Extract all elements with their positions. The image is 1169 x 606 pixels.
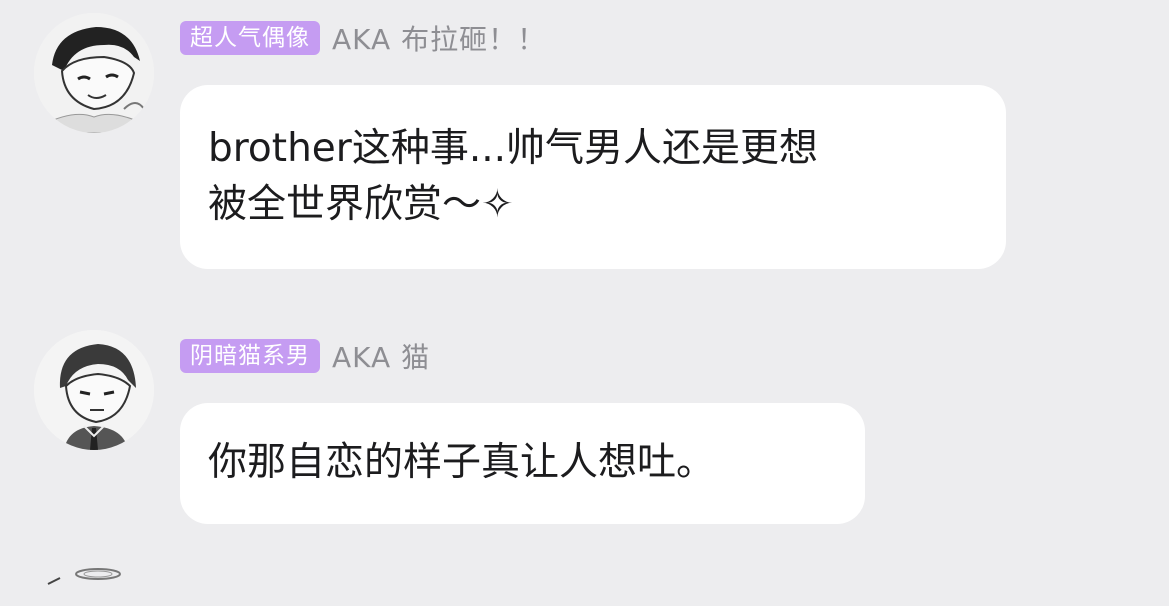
avatar-partial[interactable] bbox=[30, 562, 140, 602]
sender-nickname[interactable]: AKA 布拉砸！！ bbox=[332, 18, 546, 58]
sender-meta: 超人气偶像 AKA 布拉砸！！ bbox=[180, 19, 546, 57]
avatar[interactable] bbox=[34, 330, 154, 450]
halo-icon bbox=[47, 568, 121, 585]
sender-nickname[interactable]: AKA 猫 bbox=[332, 336, 430, 376]
sender-badge: 超人气偶像 bbox=[180, 21, 320, 55]
avatar-illustration-icon bbox=[34, 330, 154, 450]
message-bubble[interactable]: 你那自恋的样子真让人想吐。 bbox=[180, 403, 865, 524]
message-text-line: 被全世界欣赏～✧ bbox=[208, 182, 514, 227]
message-text-line: brother这种事...帅气男人还是更想 bbox=[208, 126, 819, 171]
avatar-illustration-icon bbox=[34, 13, 154, 133]
sender-meta: 阴暗猫系男 AKA 猫 bbox=[180, 337, 430, 375]
message-text-line: 你那自恋的样子真让人想吐。 bbox=[208, 440, 716, 485]
sender-badge: 阴暗猫系男 bbox=[180, 339, 320, 373]
message-bubble[interactable]: brother这种事...帅气男人还是更想 被全世界欣赏～✧ bbox=[180, 85, 1006, 269]
avatar[interactable] bbox=[34, 13, 154, 133]
